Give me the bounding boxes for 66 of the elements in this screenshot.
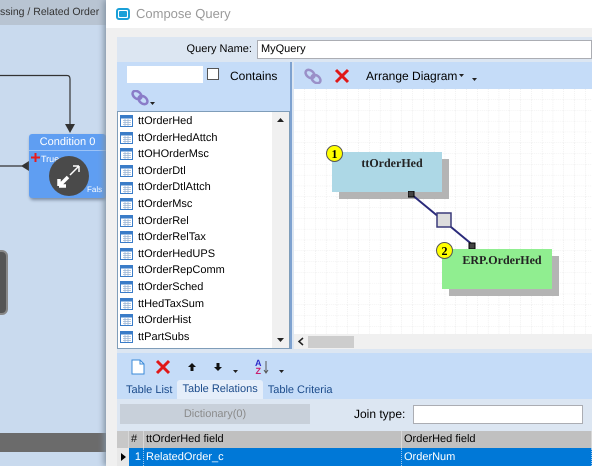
table-icon [120, 182, 133, 194]
join-type-field[interactable] [413, 404, 584, 424]
window-title: Compose Query [136, 5, 231, 24]
grid-cell: RelatedOrder_c [144, 448, 402, 466]
table-icon [120, 298, 133, 310]
scroll-thumb[interactable] [308, 336, 354, 348]
tab[interactable]: Table List [121, 382, 178, 399]
scrollbar[interactable] [272, 112, 289, 348]
table-list-item[interactable]: ttOrderHedAttch [138, 130, 218, 146]
breadcrumb: ssing / Related Order [0, 4, 100, 20]
table-icon [120, 214, 133, 227]
query-name-field[interactable]: MyQuery [256, 40, 592, 58]
table-list-item[interactable]: ttOrderRepComm [138, 262, 225, 279]
contains-label: Contains [230, 68, 278, 85]
table-icon [120, 231, 133, 244]
table-list-item[interactable]: ttOrderDtl [138, 162, 186, 180]
query-name-label: Query Name: [186, 42, 253, 57]
table-list-item[interactable]: ttOrderRel [138, 212, 189, 230]
table-node-title: ttOrderHed [360, 155, 423, 172]
grid-cell: OrderNum [402, 448, 592, 466]
tab[interactable]: Table Criteria [262, 382, 338, 399]
table-icon [120, 314, 133, 326]
table-list-item[interactable]: ttOrderHist [138, 312, 192, 329]
table-icon [120, 248, 133, 260]
table-list-item[interactable]: ttOHOrderMsc [138, 146, 209, 163]
grid-row[interactable]: 1 RelatedOrder_c OrderNum [129, 448, 592, 466]
new-document-icon[interactable] [131, 359, 145, 375]
arrange-diagram-button[interactable]: Arrange Diagram [366, 66, 464, 84]
delete-icon[interactable] [155, 359, 171, 375]
table-icon [120, 331, 133, 344]
table-icon [120, 148, 133, 160]
flow-connector [0, 160, 30, 172]
tab[interactable]: Table Relations [177, 380, 263, 399]
link-icon[interactable] [131, 90, 155, 106]
move-up-icon[interactable] [187, 362, 197, 372]
table-list-item[interactable]: ttPartSubs [138, 328, 190, 346]
relation-connector[interactable] [408, 191, 478, 249]
table-list-item[interactable]: ttOrderSched [138, 278, 204, 296]
sort-button[interactable]: A Z [255, 359, 268, 375]
caret-icon [459, 74, 464, 78]
row-selector[interactable] [117, 448, 129, 466]
false-label: Fals [87, 184, 102, 196]
table-list-item[interactable]: ttOrderMsc [138, 196, 192, 213]
table-list-item[interactable]: ttOrderHedUPS [138, 246, 216, 262]
filter-field[interactable] [127, 66, 203, 83]
table-icon [120, 132, 133, 144]
row-pointer-icon [120, 453, 126, 461]
plus-icon [31, 153, 40, 162]
table-list-item[interactable]: ttOrderRelTax [138, 229, 206, 246]
delete-icon[interactable] [334, 68, 350, 84]
table-node-title: ERP.OrderHed [461, 252, 542, 269]
table-icon [120, 264, 133, 277]
table-icon [120, 115, 133, 128]
table-icon [120, 281, 133, 294]
down-arrow-icon [262, 360, 268, 374]
contains-checkbox[interactable] [207, 68, 219, 80]
window-icon [116, 8, 130, 20]
table-list-item[interactable]: ttOrderDtlAttch [138, 179, 211, 196]
table-list-item[interactable]: ttHedTaxSum [138, 296, 204, 312]
grid-cell: 1 [129, 448, 144, 466]
horizontal-scrollbar[interactable] [294, 334, 592, 349]
join-type-label: Join type: [354, 406, 406, 423]
move-down-icon[interactable] [213, 362, 223, 372]
table-icon [120, 165, 133, 178]
table-icon [120, 198, 133, 210]
table-list-item[interactable]: ttOrderHed [138, 113, 192, 130]
